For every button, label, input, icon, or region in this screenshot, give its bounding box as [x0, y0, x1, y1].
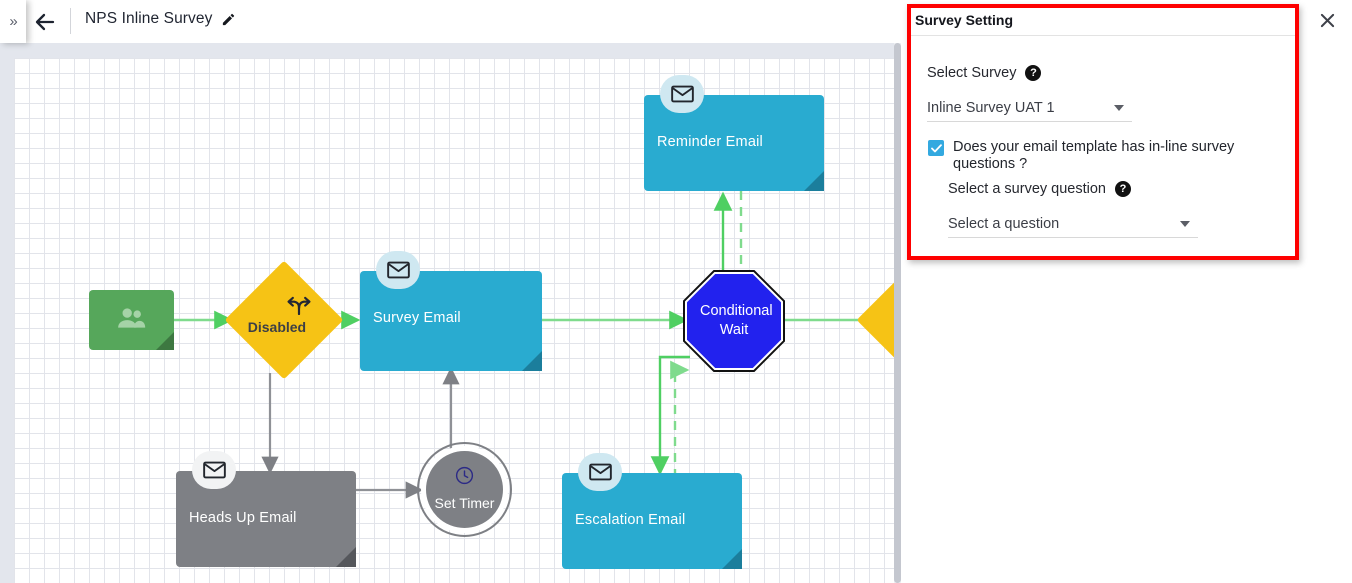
- email-badge: [376, 251, 420, 289]
- node-label: Escalation Email: [575, 512, 686, 528]
- diamond-shape: [856, 260, 894, 380]
- canvas-viewport[interactable]: Disabled Survey Email Reminder Email Con…: [0, 43, 901, 583]
- journey-title-group: NPS Inline Survey: [85, 10, 236, 28]
- node-escalation-email[interactable]: Escalation Email: [562, 453, 742, 569]
- email-badge: [192, 451, 236, 489]
- select-survey-label-row: Select Survey ?: [927, 65, 1132, 81]
- arrow-left-icon: [35, 13, 55, 31]
- panel-header: Survey Setting: [911, 8, 1295, 36]
- node-survey-email[interactable]: Survey Email: [360, 251, 542, 371]
- select-question-dropdown[interactable]: Select a question: [948, 210, 1198, 238]
- node-disabled-split[interactable]: Disabled: [224, 260, 344, 380]
- help-circle-icon[interactable]: ?: [1025, 65, 1042, 81]
- journey-builder-pane: » NPS Inline Survey Disabled Survey Emai…: [0, 0, 901, 583]
- inline-questions-label: Does your email template has in-line sur…: [953, 139, 1235, 172]
- card-fold: [522, 351, 542, 371]
- select-question-field: Select a survey question ? Select a ques…: [948, 181, 1198, 238]
- edit-title-button[interactable]: [221, 12, 236, 27]
- close-icon: [1320, 13, 1334, 27]
- node-audience[interactable]: [89, 290, 174, 350]
- node-heads-up-email[interactable]: Heads Up Email: [176, 451, 356, 567]
- scrollbar-thumb[interactable]: [894, 43, 901, 583]
- diamond-shape: Disabled: [224, 260, 344, 380]
- pencil-icon: [223, 13, 235, 25]
- back-button[interactable]: [30, 7, 60, 37]
- card-fold: [804, 171, 824, 191]
- close-panel-button[interactable]: [1312, 5, 1342, 35]
- envelope-icon: [670, 85, 694, 103]
- select-survey-value: Inline Survey UAT 1: [927, 99, 1055, 116]
- node-label: Survey Email: [373, 310, 461, 326]
- chevron-double-right-icon: »: [9, 13, 17, 30]
- node-label: Set Timer: [434, 494, 495, 511]
- envelope-icon: [202, 461, 226, 479]
- people-icon: [116, 306, 148, 334]
- chevron-down-icon: [1114, 105, 1124, 111]
- email-badge: [660, 75, 704, 113]
- envelope-icon: [588, 463, 612, 481]
- card-fold: [156, 332, 174, 350]
- node-conditional-wait[interactable]: Conditional Wait: [683, 270, 785, 372]
- page-title: NPS Inline Survey: [85, 10, 213, 27]
- node-set-timer[interactable]: Set Timer: [417, 442, 512, 537]
- select-question-value: Select a question: [948, 215, 1060, 232]
- select-survey-dropdown[interactable]: Inline Survey UAT 1: [927, 94, 1132, 122]
- node-label: Conditional Wait: [700, 303, 773, 338]
- email-badge: [578, 453, 622, 491]
- panel-title: Survey Setting: [915, 12, 1014, 28]
- envelope-icon: [386, 261, 410, 279]
- check-icon: [930, 143, 942, 152]
- canvas-vertical-scrollbar[interactable]: [894, 43, 901, 583]
- node-next-split[interactable]: [856, 260, 894, 380]
- canvas-grid[interactable]: Disabled Survey Email Reminder Email Con…: [14, 58, 894, 583]
- node-reminder-email[interactable]: Reminder Email: [644, 75, 824, 191]
- top-toolbar: » NPS Inline Survey: [0, 0, 901, 43]
- chevron-down-icon: [1180, 221, 1190, 227]
- inline-questions-checkbox[interactable]: [928, 140, 944, 156]
- help-circle-icon[interactable]: ?: [1114, 181, 1131, 197]
- card-fold: [336, 547, 356, 567]
- select-question-label: Select a survey question: [948, 181, 1106, 197]
- node-label: Disabled: [247, 319, 307, 336]
- sidebar-expand-button[interactable]: »: [0, 0, 26, 43]
- select-question-label-row: Select a survey question ?: [948, 181, 1198, 197]
- toolbar-divider: [70, 8, 71, 34]
- survey-setting-pane: Survey Setting Select Survey ? Inline Su…: [901, 0, 1352, 583]
- select-survey-label: Select Survey: [927, 65, 1017, 81]
- node-label: Reminder Email: [657, 134, 763, 150]
- select-survey-field: Select Survey ? Inline Survey UAT 1: [927, 65, 1132, 122]
- survey-setting-highlight-box: Survey Setting Select Survey ? Inline Su…: [907, 4, 1299, 260]
- node-label: Heads Up Email: [189, 510, 297, 526]
- inline-questions-checkbox-row: Does your email template has in-line sur…: [928, 139, 1298, 173]
- app-root: » NPS Inline Survey Disabled Survey Emai…: [0, 0, 1352, 583]
- card-fold: [722, 549, 742, 569]
